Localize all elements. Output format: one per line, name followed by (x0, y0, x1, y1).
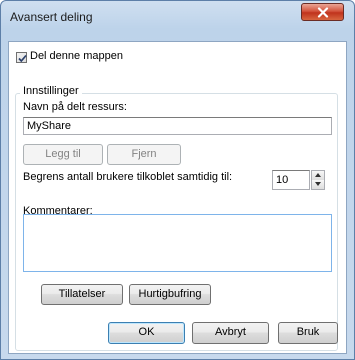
share-folder-label[interactable]: Del denne mappen (30, 50, 123, 62)
share-name-field[interactable]: MyShare (23, 117, 332, 135)
window-title: Avansert deling (10, 10, 93, 24)
user-limit-field[interactable]: 10 (272, 170, 310, 190)
title-bar[interactable]: Avansert deling (1, 1, 354, 31)
close-icon (317, 7, 329, 18)
apply-button[interactable]: Bruk (278, 322, 338, 344)
share-name-label: Navn på delt ressurs: (23, 101, 127, 113)
spin-up-button[interactable] (312, 171, 324, 180)
add-share-button[interactable]: Legg til (23, 144, 103, 165)
close-button[interactable] (301, 3, 344, 21)
advanced-sharing-dialog: Avansert deling Del denne mappen Innstil… (0, 0, 355, 360)
comments-textarea[interactable] (23, 214, 332, 272)
caching-button[interactable]: Hurtigbufring (129, 284, 211, 305)
user-limit-label: Begrens antall brukere tilkoblet samtidi… (23, 171, 233, 183)
remove-share-button[interactable]: Fjern (107, 144, 181, 165)
cancel-button[interactable]: Avbryt (192, 322, 269, 344)
share-folder-checkbox[interactable] (16, 52, 27, 63)
permissions-button[interactable]: Tillatelser (41, 284, 123, 305)
arrow-up-icon (315, 173, 321, 177)
checkmark-icon (18, 54, 27, 63)
user-limit-spinner[interactable] (311, 170, 325, 190)
spin-down-button[interactable] (312, 180, 324, 189)
ok-button[interactable]: OK (108, 322, 185, 344)
arrow-down-icon (315, 182, 321, 186)
settings-group-label: Innstillinger (20, 85, 82, 97)
